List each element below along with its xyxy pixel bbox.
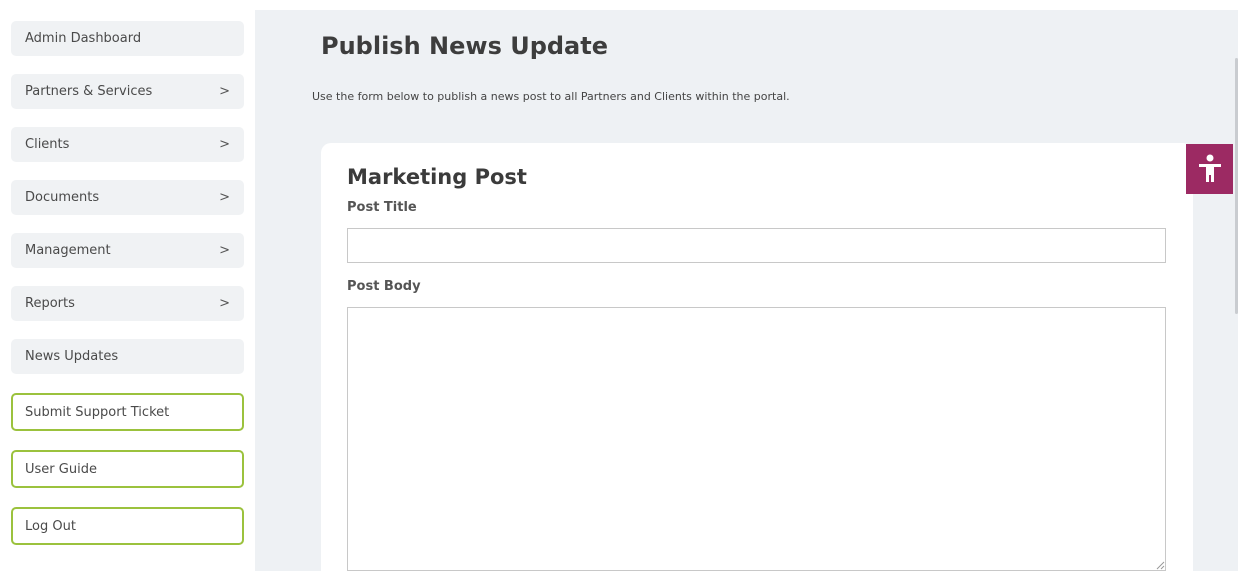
chevron-right-icon: > [219, 137, 230, 152]
page-description: Use the form below to publish a news pos… [312, 90, 790, 103]
sidebar-item-clients[interactable]: Clients > [11, 127, 244, 162]
sidebar-item-reports[interactable]: Reports > [11, 286, 244, 321]
sidebar: Admin Dashboard Partners & Services > Cl… [0, 0, 255, 571]
button-label: User Guide [25, 461, 97, 477]
sidebar-item-label: Admin Dashboard [25, 31, 142, 46]
sidebar-item-label: Management [25, 243, 111, 258]
accessibility-person-icon [1198, 154, 1221, 182]
sidebar-item-label: Reports [25, 296, 75, 311]
sidebar-item-documents[interactable]: Documents > [11, 180, 244, 215]
post-form-card: Marketing Post Post Title Post Body [321, 143, 1193, 583]
sidebar-item-partners-services[interactable]: Partners & Services > [11, 74, 244, 109]
chevron-right-icon: > [219, 84, 230, 99]
button-label: Submit Support Ticket [25, 404, 170, 420]
submit-support-ticket-button[interactable]: Submit Support Ticket [11, 393, 244, 431]
chevron-right-icon: > [219, 296, 230, 311]
post-body-textarea[interactable] [347, 307, 1166, 571]
accessibility-button[interactable] [1186, 144, 1233, 194]
sidebar-item-management[interactable]: Management > [11, 233, 244, 268]
sidebar-item-label: Clients [25, 137, 70, 152]
card-title: Marketing Post [347, 165, 527, 189]
post-body-label: Post Body [347, 279, 421, 294]
log-out-button[interactable]: Log Out [11, 507, 244, 545]
sidebar-item-news-updates[interactable]: News Updates [11, 339, 244, 374]
sidebar-item-label: Partners & Services [25, 84, 153, 99]
user-guide-button[interactable]: User Guide [11, 450, 244, 488]
button-label: Log Out [25, 518, 76, 534]
post-title-label: Post Title [347, 200, 417, 215]
sidebar-item-label: Documents [25, 190, 100, 205]
resize-handle-icon[interactable] [1156, 561, 1165, 570]
chevron-right-icon: > [219, 243, 230, 258]
page-title: Publish News Update [321, 32, 609, 60]
sidebar-item-label: News Updates [25, 349, 119, 364]
sidebar-item-admin-dashboard[interactable]: Admin Dashboard [11, 21, 244, 56]
main-content: Publish News Update Use the form below t… [255, 10, 1238, 583]
chevron-right-icon: > [219, 190, 230, 205]
post-title-input[interactable] [347, 228, 1166, 263]
